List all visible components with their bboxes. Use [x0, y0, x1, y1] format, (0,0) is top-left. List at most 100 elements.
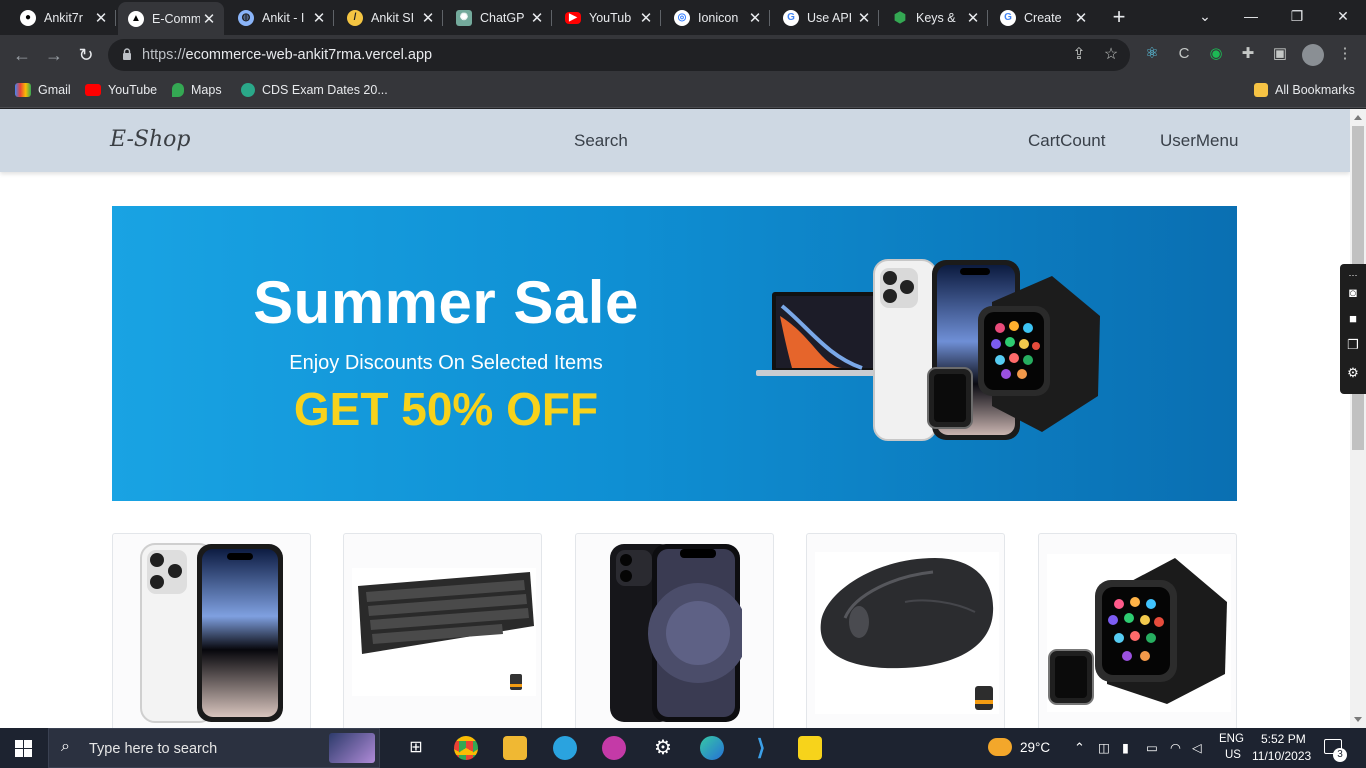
- language-top[interactable]: ENG: [1219, 733, 1244, 745]
- clock-date[interactable]: 11/10/2023: [1252, 749, 1311, 763]
- battery-icon[interactable]: ▭: [1146, 740, 1158, 755]
- tab-use-api[interactable]: G Use API ✕: [773, 4, 879, 31]
- wps-office-icon[interactable]: [602, 736, 626, 760]
- close-icon[interactable]: ✕: [419, 9, 437, 27]
- kebab-menu-icon[interactable]: ⋮: [1336, 45, 1354, 63]
- promo-banner[interactable]: Summer Sale Enjoy Discounts On Selected …: [112, 206, 1237, 501]
- close-icon[interactable]: ✕: [200, 10, 218, 28]
- bookmark-youtube[interactable]: YouTube: [85, 83, 157, 97]
- all-bookmarks-folder[interactable]: All Bookmarks: [1254, 83, 1355, 97]
- tray-meet-icon[interactable]: ◫: [1098, 740, 1110, 755]
- tab-youtube[interactable]: ▶ YouTub ✕: [555, 4, 661, 31]
- mouse-image: [815, 552, 999, 714]
- volume-icon[interactable]: ◁: [1192, 740, 1202, 755]
- back-icon[interactable]: ←: [10, 43, 34, 67]
- screen-capture-toolbar: ⋯ ◙ ■ ❐ ⚙: [1340, 264, 1366, 394]
- tab-ecommerce[interactable]: ▲ E-Comm ✕: [118, 2, 224, 35]
- file-explorer-icon[interactable]: [503, 736, 527, 760]
- tab-github[interactable]: ● Ankit7r ✕: [10, 4, 116, 31]
- close-window-button[interactable]: ✕: [1320, 4, 1366, 28]
- telegram-icon[interactable]: [553, 736, 577, 760]
- window-capture-icon[interactable]: ❐: [1344, 336, 1362, 354]
- windows-start-icon[interactable]: [15, 740, 32, 757]
- tab-separator: [769, 10, 770, 26]
- tab-chatgpt[interactable]: ✺ ChatGP ✕: [446, 4, 552, 31]
- site-logo[interactable]: E-Shop: [110, 127, 190, 152]
- product-card[interactable]: [112, 533, 311, 728]
- tab-separator: [333, 10, 334, 26]
- page-scrollbar[interactable]: [1350, 109, 1366, 728]
- nav-user-menu[interactable]: UserMenu: [1160, 131, 1238, 151]
- product-card[interactable]: [1038, 533, 1237, 728]
- forward-icon[interactable]: →: [42, 43, 66, 67]
- share-icon[interactable]: ⇪: [1070, 46, 1088, 64]
- taskbar-search-box[interactable]: ⌕ Type here to search: [48, 728, 380, 768]
- extension-c-icon[interactable]: C: [1175, 45, 1193, 63]
- tab-label: Use API: [807, 10, 853, 25]
- wifi-icon[interactable]: ◠: [1170, 740, 1181, 755]
- product-card[interactable]: [575, 533, 774, 728]
- chrome-icon[interactable]: [454, 736, 478, 760]
- bookmark-cds[interactable]: CDS Exam Dates 20...: [241, 83, 388, 97]
- close-icon[interactable]: ✕: [1072, 9, 1090, 27]
- close-icon[interactable]: ✕: [855, 9, 873, 27]
- nav-cart-count[interactable]: CartCount: [1028, 131, 1105, 151]
- close-icon[interactable]: ✕: [310, 9, 328, 27]
- tab-separator: [660, 10, 661, 26]
- tab-separator: [442, 10, 443, 26]
- profile-avatar[interactable]: [1302, 44, 1324, 66]
- chatgpt-icon: ✺: [456, 9, 472, 26]
- settings-gear-icon[interactable]: ⚙: [651, 736, 675, 760]
- nav-search[interactable]: Search: [574, 131, 628, 151]
- close-icon[interactable]: ✕: [964, 9, 982, 27]
- tab-create[interactable]: G Create ✕: [990, 4, 1096, 31]
- tab-search-chevron-icon[interactable]: ⌄: [1182, 4, 1228, 28]
- settings-gear-icon[interactable]: ⚙: [1344, 364, 1362, 382]
- sticky-notes-icon[interactable]: [798, 736, 822, 760]
- more-options-icon[interactable]: ⋯: [1344, 266, 1362, 284]
- bookmark-gmail[interactable]: Gmail: [15, 83, 71, 97]
- extensions-puzzle-icon[interactable]: ✚: [1239, 45, 1257, 63]
- edge-icon[interactable]: [700, 736, 724, 760]
- microphone-icon[interactable]: ▮: [1122, 740, 1129, 755]
- scroll-down-arrow-icon[interactable]: [1354, 717, 1362, 722]
- iphone-back-image: [873, 259, 937, 441]
- product-card[interactable]: [343, 533, 542, 728]
- task-view-icon[interactable]: ⊞: [404, 736, 428, 760]
- tab-ankit-si[interactable]: / Ankit SI ✕: [337, 4, 443, 31]
- react-devtools-icon[interactable]: ⚛: [1143, 45, 1161, 63]
- vscode-icon[interactable]: ⟩: [749, 736, 773, 760]
- globe-icon: ◍: [238, 9, 254, 26]
- close-icon[interactable]: ✕: [637, 9, 655, 27]
- bookmark-maps[interactable]: Maps: [172, 83, 222, 97]
- close-icon[interactable]: ✕: [746, 9, 764, 27]
- tab-label: ChatGP: [480, 10, 525, 25]
- clock-time[interactable]: 5:52 PM: [1261, 732, 1306, 746]
- minimize-button[interactable]: —: [1228, 4, 1274, 28]
- new-tab-button[interactable]: +: [1108, 6, 1130, 28]
- extension-circle-icon[interactable]: ◉: [1207, 45, 1225, 63]
- tab-ionicons[interactable]: ◎ Ionicon ✕: [664, 4, 770, 31]
- tab-keys[interactable]: ⬢ Keys & ✕: [882, 4, 988, 31]
- tab-label: Ankit SI: [371, 10, 415, 25]
- language-bottom[interactable]: US: [1225, 749, 1241, 761]
- show-hidden-icons-chevron-icon[interactable]: ⌃: [1074, 740, 1085, 756]
- camera-icon[interactable]: ◙: [1344, 284, 1362, 302]
- close-icon[interactable]: ✕: [528, 9, 546, 27]
- product-card[interactable]: [806, 533, 1005, 728]
- close-icon[interactable]: ✕: [92, 9, 110, 27]
- side-panel-icon[interactable]: ▣: [1271, 45, 1289, 63]
- reload-icon[interactable]: ↻: [74, 43, 98, 67]
- search-icon: ⌕: [61, 738, 70, 755]
- weather-temperature[interactable]: 29°C: [1020, 740, 1050, 755]
- scroll-up-arrow-icon[interactable]: [1354, 115, 1362, 120]
- video-camera-icon[interactable]: ■: [1344, 310, 1362, 328]
- address-bar[interactable]: https://ecommerce-web-ankit7rma.vercel.a…: [108, 39, 1130, 71]
- cds-icon: [241, 83, 255, 97]
- youtube-icon: ▶: [565, 11, 581, 24]
- site-navbar: E-Shop Search CartCount UserMenu: [0, 109, 1350, 172]
- restore-button[interactable]: ❐: [1274, 4, 1320, 28]
- bookmark-star-icon[interactable]: ☆: [1102, 46, 1120, 64]
- bookmark-label: Maps: [191, 83, 222, 97]
- tab-ankit[interactable]: ◍ Ankit - I ✕: [228, 4, 334, 31]
